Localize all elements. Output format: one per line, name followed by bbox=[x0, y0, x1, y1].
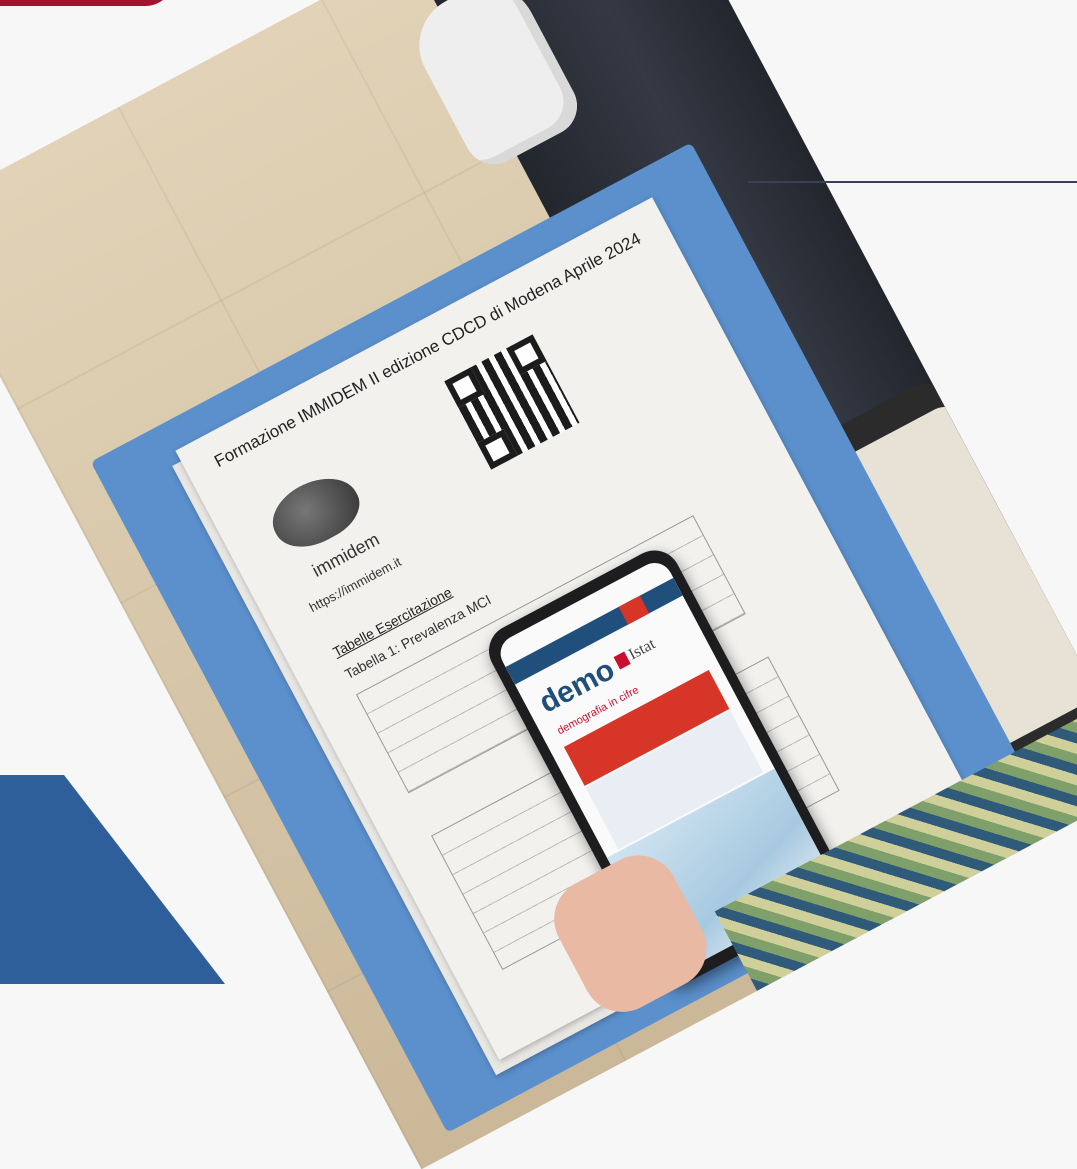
app-brand: Istat bbox=[625, 635, 659, 664]
red-corner-tab bbox=[0, 0, 175, 6]
blue-triangle-shape bbox=[0, 775, 225, 984]
divider-line bbox=[748, 181, 1077, 183]
photo: Formazione IMMIDEM II edizione CDCD di M… bbox=[0, 0, 1077, 1169]
